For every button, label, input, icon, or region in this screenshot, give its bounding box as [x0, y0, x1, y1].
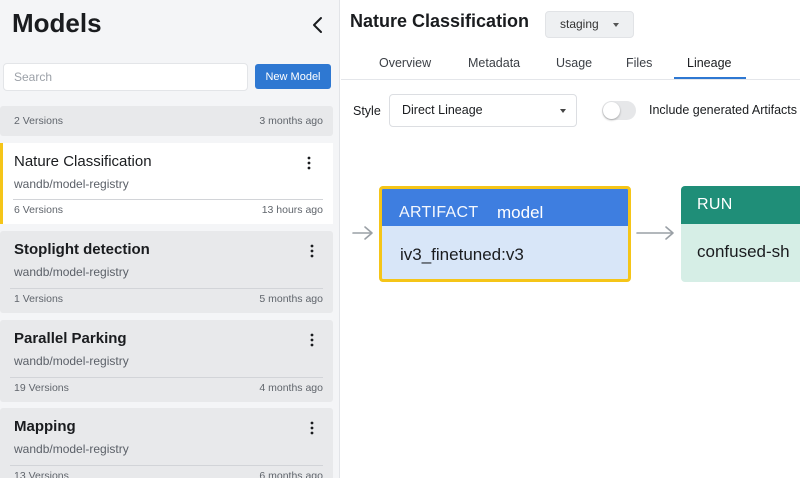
model-card[interactable]: Stoplight detection wandb/model-registry…	[0, 231, 333, 313]
artifact-type-label: ARTIFACT	[399, 204, 479, 221]
card-name: Parallel Parking	[14, 330, 127, 347]
page-title: Nature Classification	[350, 11, 530, 31]
card-updated-time: 13 hours ago	[261, 204, 323, 216]
card-versions: 1 Versions	[14, 293, 64, 305]
new-model-button[interactable]: New Model	[255, 64, 331, 89]
tab-files[interactable]: Files	[626, 56, 652, 70]
chevron-left-icon[interactable]	[309, 14, 327, 36]
run-node-header: RUN	[681, 186, 800, 224]
card-name: Mapping	[14, 418, 76, 435]
card-entity: wandb/model-registry	[14, 354, 129, 368]
card-updated-time: 4 months ago	[259, 382, 323, 394]
artifact-version-label: iv3_finetuned:v3	[400, 245, 524, 264]
model-card[interactable]: Mapping wandb/model-registry 13 Versions…	[0, 408, 333, 478]
toggle-knob	[603, 102, 620, 119]
arrow-right-icon	[352, 226, 373, 240]
caret-down-icon	[560, 109, 566, 113]
card-versions: 13 Versions	[14, 470, 69, 478]
style-label: Style	[353, 104, 381, 118]
card-updated-time: 3 months ago	[259, 115, 323, 127]
kebab-menu-icon[interactable]	[307, 420, 317, 436]
card-entity: wandb/model-registry	[14, 265, 129, 279]
card-divider	[10, 465, 323, 466]
card-versions: 6 Versions	[14, 204, 64, 216]
card-name: Nature Classification	[14, 153, 152, 170]
card-name: Stoplight detection	[14, 241, 150, 258]
model-card-selected[interactable]: Nature Classification wandb/model-regist…	[0, 143, 333, 224]
artifact-node-header: ARTIFACT model	[382, 189, 628, 226]
include-generated-toggle[interactable]	[602, 101, 636, 120]
card-versions: 19 Versions	[14, 382, 69, 394]
tab-overview[interactable]: Overview	[379, 56, 431, 70]
tabs-divider	[341, 79, 800, 80]
card-entity: wandb/model-registry	[14, 177, 129, 191]
card-divider	[10, 377, 323, 378]
style-select[interactable]: Direct Lineage	[389, 94, 577, 127]
artifact-name-label: model	[497, 203, 544, 222]
alias-dropdown[interactable]: staging	[545, 11, 634, 38]
search-input[interactable]	[3, 63, 248, 91]
kebab-menu-icon[interactable]	[304, 155, 314, 171]
toggle-label: Include generated Artifacts	[649, 103, 798, 117]
card-versions: 2 Versions	[14, 115, 64, 127]
card-divider	[13, 199, 323, 200]
card-entity: wandb/model-registry	[14, 442, 129, 456]
model-detail-panel: Nature Classification staging Overview M…	[341, 0, 800, 478]
lineage-artifact-node[interactable]: ARTIFACT model iv3_finetuned:v3	[379, 186, 631, 282]
models-sidebar: Models New Model 2 Versions 3 months ago…	[0, 0, 340, 478]
tab-lineage[interactable]: Lineage	[687, 56, 732, 70]
tab-metadata[interactable]: Metadata	[468, 56, 520, 70]
card-updated-time: 6 months ago	[259, 470, 323, 478]
caret-down-icon	[613, 23, 619, 27]
model-card[interactable]: Parallel Parking wandb/model-registry 19…	[0, 320, 333, 402]
card-updated-time: 5 months ago	[259, 293, 323, 305]
kebab-menu-icon[interactable]	[307, 332, 317, 348]
card-divider	[10, 288, 323, 289]
active-tab-indicator	[674, 77, 746, 79]
style-select-value: Direct Lineage	[402, 103, 483, 117]
run-type-label: RUN	[697, 196, 733, 213]
model-card[interactable]: 2 Versions 3 months ago	[0, 106, 333, 136]
sidebar-title: Models	[12, 8, 102, 38]
run-name-label: confused-sh	[697, 242, 790, 261]
lineage-run-node[interactable]: RUN confused-sh	[681, 186, 800, 282]
kebab-menu-icon[interactable]	[307, 243, 317, 259]
tab-usage[interactable]: Usage	[556, 56, 592, 70]
alias-label: staging	[560, 17, 599, 31]
arrow-right-icon	[636, 226, 674, 240]
